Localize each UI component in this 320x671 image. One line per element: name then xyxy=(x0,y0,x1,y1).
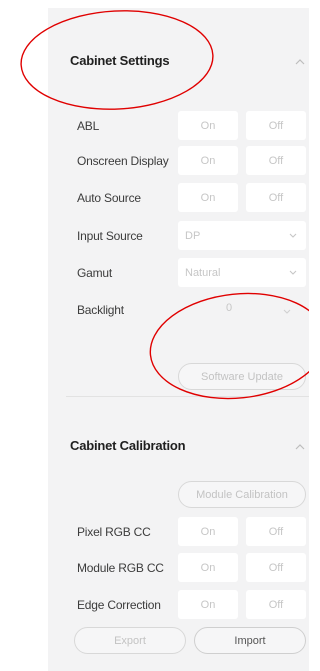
section-divider xyxy=(66,396,309,397)
chevron-down-icon xyxy=(288,268,298,276)
module-calibration-button[interactable]: Module Calibration xyxy=(178,481,306,508)
pixel-rgb-cc-label: Pixel RGB CC xyxy=(77,525,151,539)
abl-label: ABL xyxy=(77,119,100,133)
module-rgb-cc-off-button[interactable]: Off xyxy=(246,553,306,582)
input-source-value: DP xyxy=(185,229,201,242)
onscreen-display-on-button[interactable]: On xyxy=(178,146,238,175)
backlight-label: Backlight xyxy=(77,303,124,317)
edge-correction-off-button[interactable]: Off xyxy=(246,590,306,619)
import-button[interactable]: Import xyxy=(194,627,306,654)
auto-source-on-button[interactable]: On xyxy=(178,183,238,212)
chevron-up-icon[interactable] xyxy=(293,55,307,69)
backlight-select[interactable]: 0 xyxy=(178,294,306,323)
onscreen-display-off-button[interactable]: Off xyxy=(246,146,306,175)
input-source-select[interactable]: DP xyxy=(178,221,306,250)
abl-on-button[interactable]: On xyxy=(178,111,238,140)
pixel-rgb-cc-on-button[interactable]: On xyxy=(178,517,238,546)
chevron-up-icon[interactable] xyxy=(293,440,307,454)
backlight-value: 0 xyxy=(226,302,233,314)
module-rgb-cc-label: Module RGB CC xyxy=(77,561,164,575)
gamut-select[interactable]: Natural xyxy=(178,258,306,287)
cabinet-settings-title: Cabinet Settings xyxy=(70,53,170,68)
chevron-down-icon xyxy=(282,307,292,315)
export-button[interactable]: Export xyxy=(74,627,186,654)
edge-correction-label: Edge Correction xyxy=(77,598,161,612)
onscreen-display-label: Onscreen Display xyxy=(77,154,169,168)
input-source-label: Input Source xyxy=(77,229,143,243)
software-update-button[interactable]: Software Update xyxy=(178,363,306,390)
pixel-rgb-cc-off-button[interactable]: Off xyxy=(246,517,306,546)
edge-correction-on-button[interactable]: On xyxy=(178,590,238,619)
cabinet-calibration-title: Cabinet Calibration xyxy=(70,438,186,453)
chevron-down-icon xyxy=(288,231,298,239)
auto-source-label: Auto Source xyxy=(77,191,141,205)
abl-off-button[interactable]: Off xyxy=(246,111,306,140)
module-rgb-cc-on-button[interactable]: On xyxy=(178,553,238,582)
auto-source-off-button[interactable]: Off xyxy=(246,183,306,212)
gamut-label: Gamut xyxy=(77,266,113,280)
gamut-value: Natural xyxy=(185,266,221,279)
